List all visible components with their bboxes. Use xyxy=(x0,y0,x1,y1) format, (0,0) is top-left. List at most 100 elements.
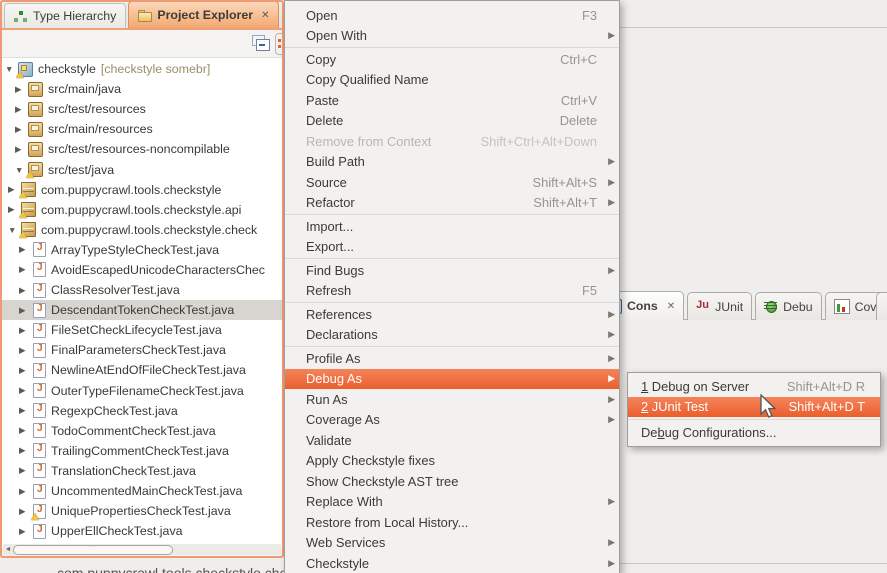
menu-item[interactable]: Profile As ▶ xyxy=(285,348,619,369)
expander-icon[interactable] xyxy=(8,225,19,235)
menu-item[interactable]: Copy Qualified Name ▶ xyxy=(285,70,619,91)
tree-item-label: checkstyle xyxy=(38,62,96,76)
tree-item[interactable]: src/test/java xyxy=(2,159,282,179)
menu-item[interactable]: Replace With ▶ xyxy=(285,492,619,513)
expander-icon[interactable] xyxy=(19,305,30,316)
menu-item[interactable]: Source Shift+Alt+S ▶ xyxy=(285,172,619,193)
menu-item[interactable]: ▶ xyxy=(285,47,619,48)
tree-item[interactable]: com.puppycrawl.tools.checkstyle xyxy=(2,180,282,200)
tree-item[interactable]: com.puppycrawl.tools.checkstyle.api xyxy=(2,200,282,220)
menu-item[interactable]: Paste Ctrl+V ▶ xyxy=(285,90,619,111)
expander-icon[interactable] xyxy=(19,506,30,517)
submenu-item[interactable] xyxy=(628,419,880,420)
expander-icon[interactable] xyxy=(19,465,30,476)
tree-item[interactable]: OuterTypeFilenameCheckTest.java xyxy=(2,381,282,401)
tree-item[interactable]: UncommentedMainCheckTest.java xyxy=(2,481,282,501)
expander-icon[interactable] xyxy=(19,425,30,436)
tree-item[interactable]: TodoCommentCheckTest.java xyxy=(2,421,282,441)
expander-icon[interactable] xyxy=(19,244,30,255)
submenu-item[interactable]: Debug Configurations... xyxy=(628,422,880,443)
tree-item[interactable]: TrailingCommentCheckTest.java xyxy=(2,441,282,461)
menu-item[interactable]: Refresh F5 ▶ xyxy=(285,281,619,302)
tree-item[interactable]: com.puppycrawl.tools.checkstyle.check xyxy=(2,220,282,240)
menu-item[interactable]: ▶ xyxy=(285,302,619,303)
tree-item-icon xyxy=(33,262,46,277)
expander-icon[interactable] xyxy=(15,144,26,155)
menu-item[interactable]: ▶ xyxy=(285,214,619,215)
menu-item[interactable]: Validate ▶ xyxy=(285,430,619,451)
menu-item[interactable]: Show Checkstyle AST tree ▶ xyxy=(285,471,619,492)
expander-icon[interactable] xyxy=(15,104,26,115)
expander-icon[interactable] xyxy=(19,405,30,416)
tree-item[interactable]: src/main/java xyxy=(2,79,282,99)
submenu-item[interactable]: 2 JUnit Test Shift+Alt+D T xyxy=(628,397,880,418)
tree-item-label: com.puppycrawl.tools.checkstyle xyxy=(41,183,221,197)
view-menu-button-partial[interactable] xyxy=(275,33,284,55)
tree-item[interactable]: src/test/resources xyxy=(2,99,282,119)
console-tab[interactable]: Debu ✕ xyxy=(755,292,821,320)
expander-icon[interactable] xyxy=(19,365,30,376)
tree-item[interactable]: AvoidEscapedUnicodeCharactersChec xyxy=(2,260,282,280)
tree-item[interactable]: RegexpCheckTest.java xyxy=(2,401,282,421)
menu-item[interactable]: ▶ xyxy=(285,258,619,259)
close-icon[interactable]: ✕ xyxy=(261,10,269,21)
menu-item[interactable]: Export... ▶ xyxy=(285,237,619,258)
menu-item[interactable]: Debug As ▶ xyxy=(285,369,619,390)
view-tab[interactable]: Project Explorer ✕ xyxy=(128,1,279,28)
expander-icon[interactable] xyxy=(19,325,30,336)
menu-item[interactable]: Refactor Shift+Alt+T ▶ xyxy=(285,193,619,214)
tree-item[interactable]: UniquePropertiesCheckTest.java xyxy=(2,501,282,521)
expander-icon[interactable] xyxy=(8,184,19,195)
tree-item[interactable]: UpperEllCheckTest.java xyxy=(2,521,282,541)
menu-item[interactable]: Delete Delete ▶ xyxy=(285,111,619,132)
menu-item[interactable]: ▶ xyxy=(285,346,619,347)
submenu-item[interactable]: 1 Debug on Server Shift+Alt+D R xyxy=(628,376,880,397)
scroll-left-arrow-icon[interactable]: ◄ xyxy=(3,546,13,553)
tree-item[interactable]: TranslationCheckTest.java xyxy=(2,461,282,481)
scrollbar-thumb[interactable] xyxy=(13,545,173,555)
console-tab[interactable]: JUnit ✕ xyxy=(687,292,752,320)
expander-icon[interactable] xyxy=(19,285,30,296)
partial-tab[interactable] xyxy=(876,292,887,320)
menu-item[interactable]: Import... ▶ xyxy=(285,216,619,237)
menu-item[interactable]: Remove from Context Shift+Ctrl+Alt+Down … xyxy=(285,131,619,152)
close-icon[interactable]: ✕ xyxy=(667,301,675,312)
expander-icon[interactable] xyxy=(19,264,30,275)
menu-item[interactable]: Open With ▶ xyxy=(285,26,619,47)
tree-item[interactable]: FinalParametersCheckTest.java xyxy=(2,340,282,360)
menu-item[interactable]: Open F3 ▶ xyxy=(285,5,619,26)
tree-item[interactable]: checkstyle [checkstyle somebr] xyxy=(2,59,282,79)
collapse-all-button[interactable] xyxy=(252,35,270,51)
expander-icon[interactable] xyxy=(19,526,30,537)
tree-item[interactable]: src/main/resources xyxy=(2,119,282,139)
tree-item-label: NewlineAtEndOfFileCheckTest.java xyxy=(51,363,246,377)
tree-item[interactable]: DescendantTokenCheckTest.java xyxy=(2,300,282,320)
expander-icon[interactable] xyxy=(15,165,26,175)
menu-item[interactable]: Find Bugs ▶ xyxy=(285,260,619,281)
expander-icon[interactable] xyxy=(8,204,19,215)
expander-icon[interactable] xyxy=(19,486,30,497)
menu-item[interactable]: Coverage As ▶ xyxy=(285,410,619,431)
expander-icon[interactable] xyxy=(15,124,26,135)
menu-item[interactable]: Copy Ctrl+C ▶ xyxy=(285,49,619,70)
expander-icon[interactable] xyxy=(19,385,30,396)
menu-item[interactable]: Checkstyle ▶ xyxy=(285,553,619,573)
expander-icon[interactable] xyxy=(5,64,16,74)
tree-item[interactable]: NewlineAtEndOfFileCheckTest.java xyxy=(2,360,282,380)
tree-item[interactable]: ArrayTypeStyleCheckTest.java xyxy=(2,240,282,260)
menu-item[interactable]: Run As ▶ xyxy=(285,389,619,410)
menu-item[interactable]: References ▶ xyxy=(285,304,619,325)
expander-icon[interactable] xyxy=(15,84,26,95)
horizontal-scrollbar[interactable]: ◄ xyxy=(3,544,281,555)
tree-item[interactable]: src/test/resources-noncompilable xyxy=(2,139,282,159)
expander-icon[interactable] xyxy=(19,345,30,356)
menu-item[interactable]: Web Services ▶ xyxy=(285,533,619,554)
view-tab[interactable]: Type Hierarchy ✕ xyxy=(4,3,126,28)
menu-item[interactable]: Apply Checkstyle fixes ▶ xyxy=(285,451,619,472)
tree-item[interactable]: FileSetCheckLifecycleTest.java xyxy=(2,320,282,340)
expander-icon[interactable] xyxy=(19,445,30,456)
menu-item[interactable]: Build Path ▶ xyxy=(285,152,619,173)
menu-item[interactable]: Restore from Local History... ▶ xyxy=(285,512,619,533)
tree-item[interactable]: ClassResolverTest.java xyxy=(2,280,282,300)
menu-item[interactable]: Declarations ▶ xyxy=(285,325,619,346)
